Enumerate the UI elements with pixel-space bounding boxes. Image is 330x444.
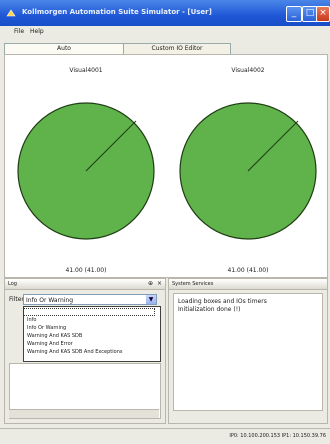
log-panel-title: Log [8,281,17,287]
chevron-down-icon[interactable]: ▼ [146,295,156,304]
gauge-1-readout: 41.00 (41.00) [65,267,107,274]
system-panel-header: System Services [169,279,327,290]
gauge-1-title: Visual4001 [69,67,103,74]
system-panel: System Services Loading boxes and IOs ti… [168,278,328,424]
log-panel: Log ⊕ × Filter Info Or Warning ▼ Info In… [4,278,166,424]
gauge-2 [179,102,317,240]
title-bar: Kollmorgen Automation Suite Simulator - … [0,0,330,26]
gauge-panel: Visual4001 41.00 (41.00) Visual4002 41.0… [4,54,328,278]
system-panel-title: System Services [172,281,214,287]
simulator-window: Kollmorgen Automation Suite Simulator - … [0,0,330,444]
console-line: Initialization done (!) [178,306,241,313]
menu-bar: File Help [0,26,330,38]
menu-file[interactable]: File [14,28,24,35]
status-bar: IP0: 10.100.200.153 IP1: 10.150.39.76 [0,428,330,444]
log-panel-header: Log ⊕ × [5,279,165,290]
dropdown-option[interactable]: Warning And KAS SDB And Exceptions [27,349,122,355]
menu-help[interactable]: Help [30,28,44,35]
app-icon [6,9,16,17]
dropdown-option-blank[interactable] [23,308,155,316]
close-button[interactable]: × [316,6,330,22]
filter-select[interactable]: Info Or Warning ▼ [23,294,157,305]
filter-dropdown: Info Info Or Warning Warning And KAS SDB… [23,306,161,362]
minimize-button[interactable]: _ [286,6,302,22]
gauge-2-readout: 41.00 (41.00) [227,267,269,274]
dropdown-option[interactable]: Warning And KAS SDB [27,333,82,339]
status-text: IP0: 10.100.200.153 IP1: 10.150.39.76 [229,433,326,439]
system-console[interactable]: Loading boxes and IOs timers Initializat… [173,293,323,411]
dropdown-option[interactable]: Warning And Error [27,341,73,347]
filter-label: Filter [9,296,24,303]
tab-strip: Auto Custom IO Editor [0,40,330,55]
pin-icon[interactable]: ⊕ [148,280,153,287]
gauge-2-title: Visual4002 [231,67,265,74]
horizontal-scrollbar[interactable] [9,409,159,418]
filter-value: Info Or Warning [26,297,74,304]
dropdown-option[interactable]: Info [27,317,36,323]
close-icon[interactable]: × [157,280,162,287]
console-line: Loading boxes and IOs timers [178,298,267,305]
gauge-1 [17,102,155,240]
window-title: Kollmorgen Automation Suite Simulator - … [22,8,212,16]
dropdown-option[interactable]: Info Or Warning [27,325,66,331]
